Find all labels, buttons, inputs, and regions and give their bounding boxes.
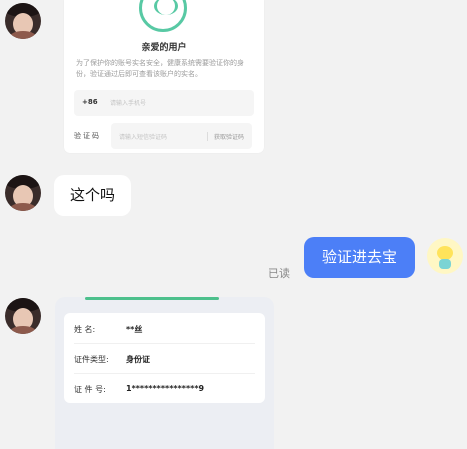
contact-avatar[interactable]: [5, 298, 41, 334]
message-bubble-right[interactable]: 验证进去宝: [304, 237, 415, 278]
info-label: 姓 名:: [74, 325, 96, 334]
info-row-id-number: 证 件 号: 1****************9: [74, 373, 255, 403]
contact-avatar[interactable]: [5, 175, 41, 211]
avatar-shirt: [9, 326, 37, 334]
avatar-shirt: [9, 31, 37, 39]
id-info-panel: 姓 名: **丝 证件类型: 身份证 证 件 号: 1*************…: [64, 313, 265, 403]
code-label: 验证码: [74, 132, 101, 140]
code-input-field: 请输入短信验证码 获取验证码: [111, 123, 252, 149]
phone-input-field: +86 请输入手机号: [74, 90, 254, 116]
shared-screenshot-id-info[interactable]: 姓 名: **丝 证件类型: 身份证 证 件 号: 1*************…: [55, 297, 274, 449]
info-label: 证 件 号:: [74, 385, 106, 394]
info-row-id-type: 证件类型: 身份证: [74, 343, 255, 374]
get-code-button: 获取验证码: [206, 132, 244, 141]
info-label: 证件类型:: [74, 355, 109, 364]
code-placeholder: 请输入短信验证码: [119, 134, 168, 141]
phone-placeholder: 请输入手机号: [110, 100, 147, 107]
form-description: 为了保护你的账号实名安全，健康系统需要验证你的身份，验证通过后即可查看该账户的实…: [76, 59, 244, 78]
avatar-body: [439, 259, 451, 269]
contact-avatar[interactable]: [5, 3, 41, 39]
read-status: 已读: [268, 267, 290, 280]
form-title: 亲爱的用户: [141, 43, 187, 53]
info-value: 1****************9: [126, 384, 205, 393]
info-value: **丝: [126, 325, 143, 334]
my-avatar[interactable]: [427, 238, 463, 274]
message-bubble-left[interactable]: 这个吗: [54, 175, 132, 216]
accent-bar: [85, 297, 219, 300]
avatar-shirt: [9, 203, 37, 211]
info-row-name: 姓 名: **丝: [74, 313, 255, 344]
shared-screenshot-verification-form[interactable]: 亲爱的用户 为了保护你的账号实名安全，健康系统需要验证你的身份，验证通过后即可查…: [64, 0, 264, 153]
health-logo-icon: [139, 0, 187, 32]
country-code: +86: [82, 98, 98, 106]
avatar-head: [437, 246, 453, 260]
info-value: 身份证: [126, 355, 150, 364]
